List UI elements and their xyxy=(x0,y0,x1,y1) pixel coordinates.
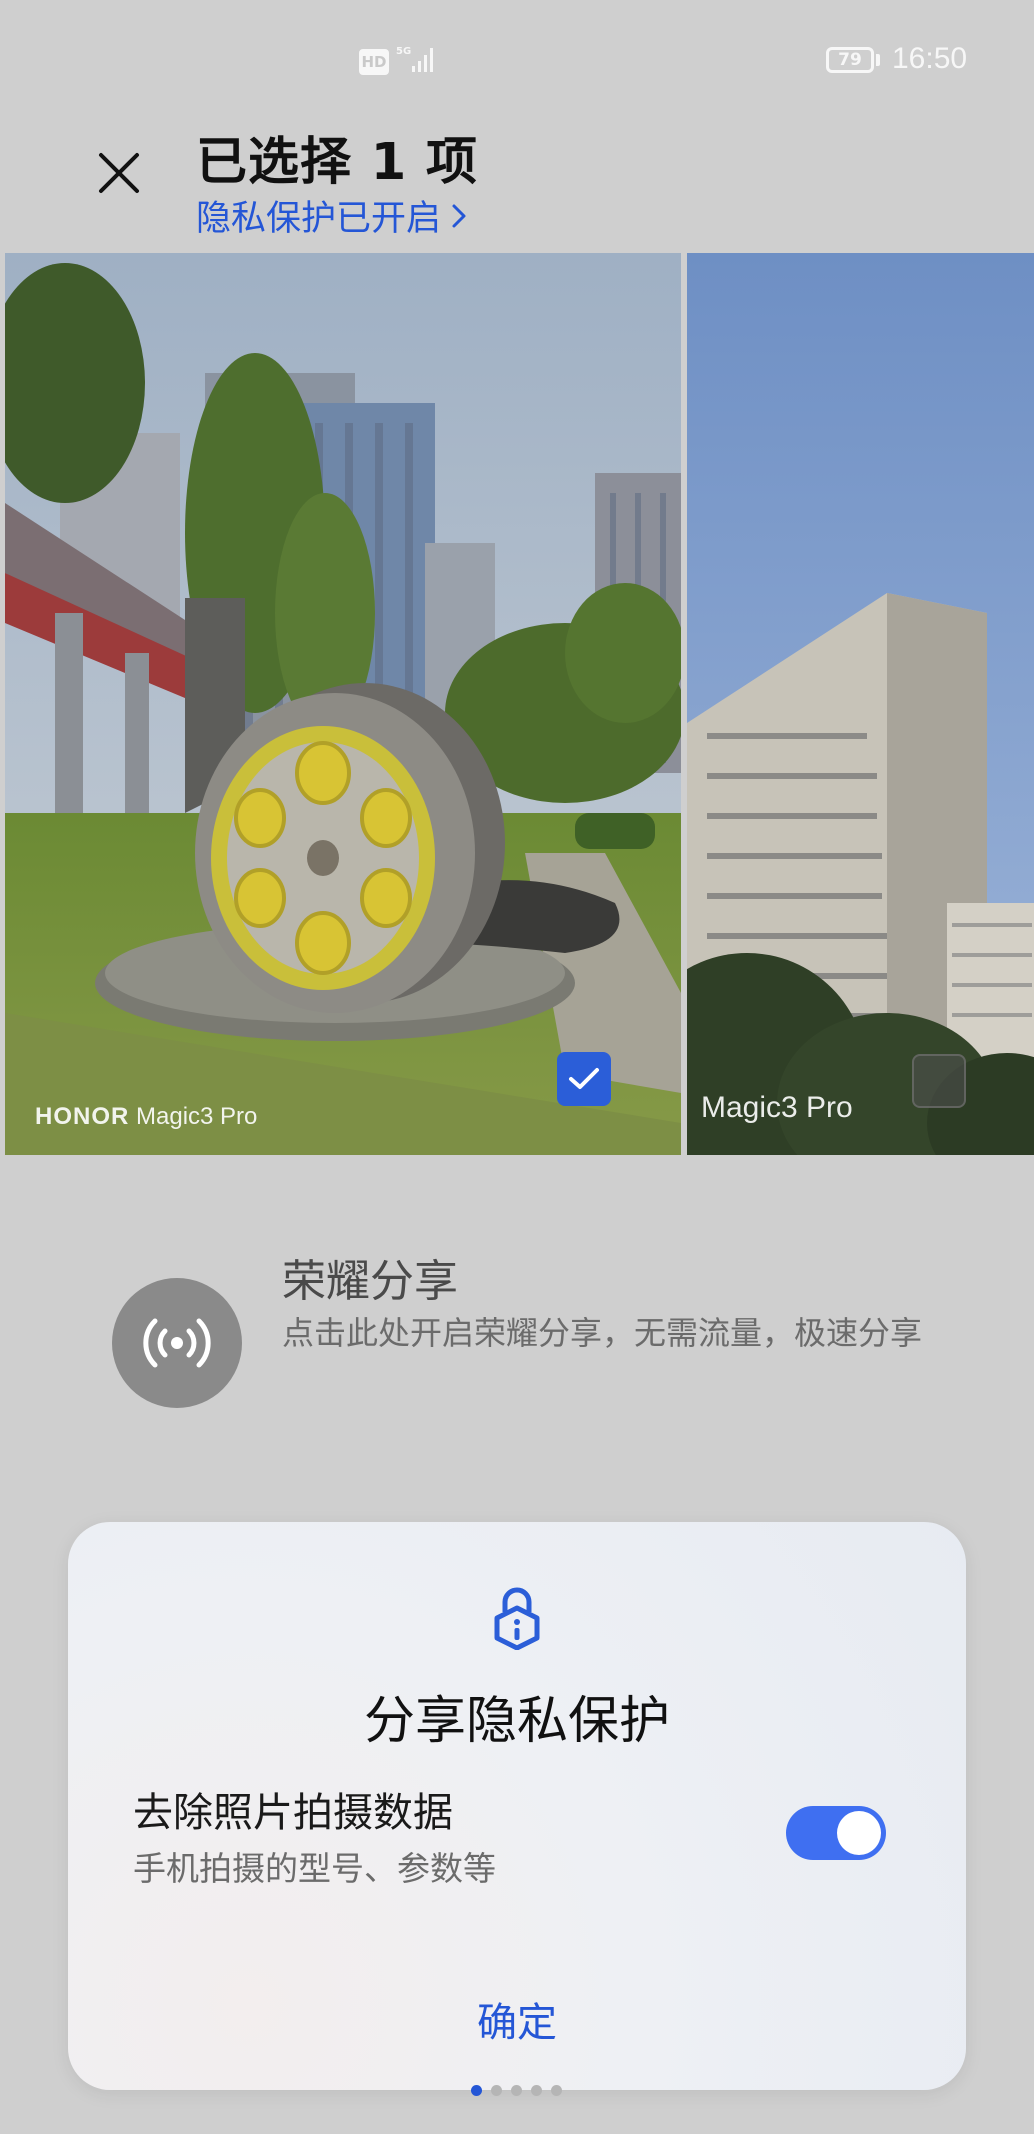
watermark-model: Magic3 Pro xyxy=(136,1103,258,1130)
watermark-brand: HONOR xyxy=(35,1103,130,1130)
photo-1-image xyxy=(5,253,681,1155)
photo-watermark: HONOR Magic3 Pro xyxy=(35,1103,257,1131)
honor-share-title: 荣耀分享 xyxy=(282,1256,458,1307)
close-icon xyxy=(99,153,139,193)
battery-icon: 79 xyxy=(826,47,874,73)
remove-photo-data-toggle[interactable] xyxy=(786,1806,886,1860)
photo-watermark-2: Magic3 Pro xyxy=(701,1091,853,1124)
page-dot xyxy=(491,2085,502,2096)
privacy-lock-icon xyxy=(494,1587,540,1650)
privacy-protection-link[interactable]: 隐私保护已开启 xyxy=(196,190,467,241)
photo-1-select-checkbox[interactable] xyxy=(557,1052,611,1106)
page-title: 已选择 1 项 xyxy=(196,133,478,192)
page-dot xyxy=(511,2085,522,2096)
signal-5g-icon: 5G xyxy=(396,46,433,72)
dialog-title: 分享隐私保护 xyxy=(363,1692,670,1751)
remove-photo-data-label: 去除照片拍摄数据 xyxy=(133,1790,453,1836)
status-bar: HD 5G 79 16:50 xyxy=(0,0,1034,110)
honor-share-button[interactable] xyxy=(112,1278,242,1408)
privacy-link-label: 隐私保护已开启 xyxy=(196,199,442,239)
photo-thumbnail-2[interactable]: Magic3 Pro xyxy=(687,253,1034,1155)
confirm-button[interactable]: 确定 xyxy=(68,1990,966,2048)
page-dot xyxy=(531,2085,542,2096)
battery-tip xyxy=(876,54,880,66)
toggle-knob xyxy=(837,1811,881,1855)
close-button[interactable] xyxy=(86,140,152,206)
page-indicator xyxy=(471,2085,562,2096)
photo-thumbnail-1[interactable]: HONOR Magic3 Pro xyxy=(5,253,681,1155)
page-dot xyxy=(551,2085,562,2096)
chevron-right-icon xyxy=(452,204,466,227)
photo-2-image xyxy=(687,253,1034,1155)
share-privacy-dialog: 分享隐私保护 去除照片拍摄数据 手机拍摄的型号、参数等 确定 xyxy=(68,1522,966,2090)
photo-2-select-checkbox[interactable] xyxy=(912,1054,966,1108)
page-dot xyxy=(471,2085,482,2096)
honor-share-description: 点击此处开启荣耀分享，无需流量，极速分享 xyxy=(282,1314,923,1352)
network-type-label: 5G xyxy=(396,46,411,57)
wireless-share-icon xyxy=(143,1318,211,1368)
clock: 16:50 xyxy=(892,42,968,75)
hd-voice-icon: HD xyxy=(359,49,389,75)
remove-photo-data-description: 手机拍摄的型号、参数等 xyxy=(133,1849,496,1888)
checkmark-icon xyxy=(569,1068,599,1089)
